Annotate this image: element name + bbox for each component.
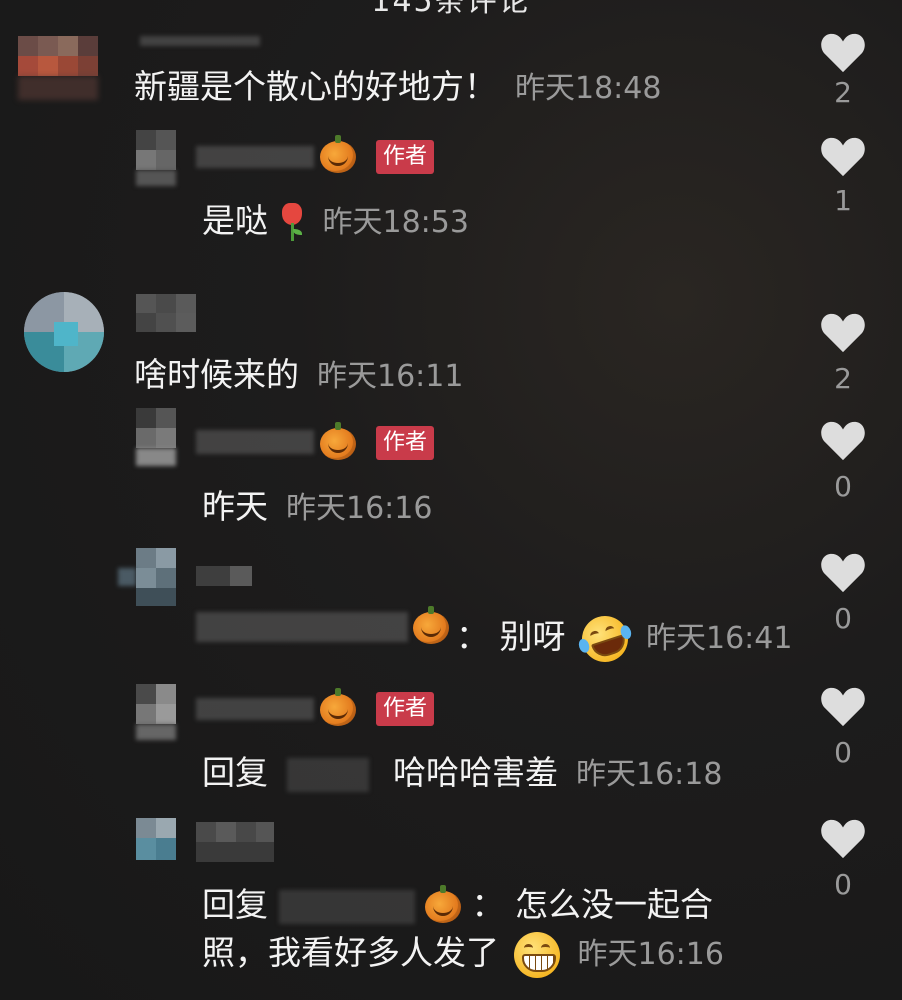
jack-o-lantern-icon xyxy=(320,422,356,460)
reply-prefix: 回复 xyxy=(202,753,268,792)
reply-target-obscured[interactable] xyxy=(278,889,415,924)
avatar[interactable] xyxy=(136,408,176,466)
reply-target-obscured[interactable] xyxy=(286,757,369,792)
username-obscured[interactable] xyxy=(196,612,408,642)
username-obscured[interactable] xyxy=(196,822,274,862)
like-count: 0 xyxy=(834,736,852,769)
heart-icon xyxy=(821,137,865,177)
heart-icon xyxy=(821,33,865,73)
like-count: 0 xyxy=(834,602,852,635)
avatar[interactable] xyxy=(136,818,176,860)
username-obscured[interactable] xyxy=(140,36,260,46)
author-badge: 作者 xyxy=(376,140,435,174)
rolling-laughing-icon xyxy=(576,609,634,668)
like-count: 1 xyxy=(834,184,852,217)
username-obscured[interactable] xyxy=(196,430,314,454)
jack-o-lantern-icon xyxy=(320,135,356,173)
comment-text: 哈哈哈害羞 xyxy=(393,753,558,792)
tulip-icon xyxy=(279,202,305,243)
avatar[interactable] xyxy=(24,292,104,372)
comment-text: ： 别呀 xyxy=(456,617,566,656)
comment-count-title: 145条评论 xyxy=(371,0,531,19)
comment-time: 昨天16:18 xyxy=(576,757,723,792)
jack-o-lantern-icon xyxy=(320,688,356,726)
jack-o-lantern-icon xyxy=(413,606,449,644)
comment-text: 啥时候来的 xyxy=(134,355,299,394)
like-count: 0 xyxy=(834,868,852,901)
comment-text-line2: 照，我看好多人发了 xyxy=(202,933,499,972)
username-obscured[interactable] xyxy=(196,146,314,168)
username-obscured[interactable] xyxy=(196,558,266,588)
heart-icon xyxy=(821,687,865,727)
comment-text: 是哒 xyxy=(202,201,268,240)
avatar[interactable] xyxy=(136,684,176,740)
like-count: 2 xyxy=(834,76,852,109)
like-count: 0 xyxy=(834,470,852,503)
comment-text: 新疆是个散心的好地方！ xyxy=(134,67,497,106)
comment-time: 昨天16:16 xyxy=(577,937,724,972)
comment-time: 昨天16:16 xyxy=(286,491,433,526)
author-badge: 作者 xyxy=(376,426,435,460)
avatar[interactable] xyxy=(18,36,98,100)
comment-time: 昨天16:11 xyxy=(317,359,464,394)
username-obscured[interactable] xyxy=(136,294,196,332)
comment-time: 昨天18:53 xyxy=(322,205,469,240)
comment-text-line1: ： 怎么没一起合 xyxy=(471,885,714,924)
heart-icon xyxy=(821,313,865,353)
reply-prefix: 回复 xyxy=(202,885,268,924)
comment-time: 昨天16:41 xyxy=(646,621,793,656)
heart-icon xyxy=(821,553,865,593)
jack-o-lantern-icon xyxy=(425,884,461,923)
username-obscured[interactable] xyxy=(196,698,314,720)
author-badge: 作者 xyxy=(376,692,435,726)
comment-time: 昨天18:48 xyxy=(515,71,662,106)
grinning-icon xyxy=(513,931,560,978)
heart-icon xyxy=(821,421,865,461)
comment-text: 昨天 xyxy=(202,487,268,526)
avatar[interactable] xyxy=(136,130,176,186)
heart-icon xyxy=(821,819,865,859)
avatar[interactable] xyxy=(118,548,178,606)
like-count: 2 xyxy=(834,362,852,395)
